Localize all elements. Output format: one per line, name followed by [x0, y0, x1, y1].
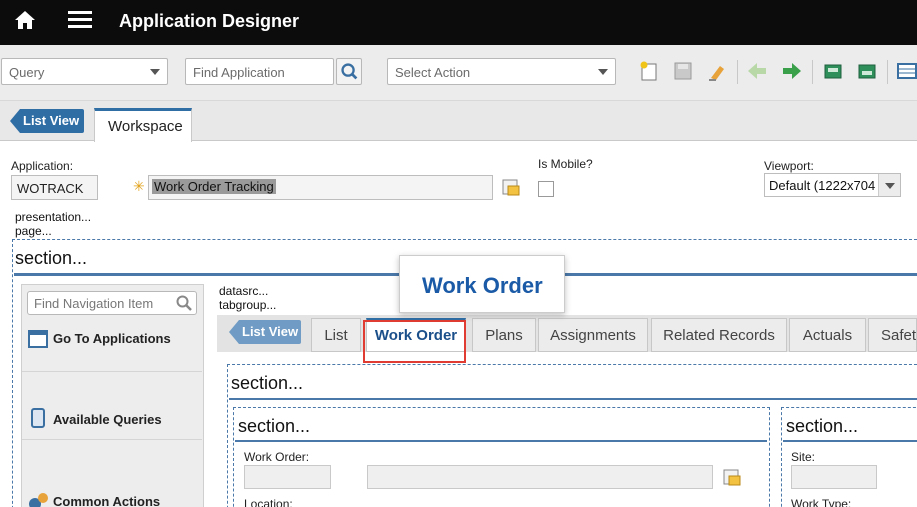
previous-icon[interactable] [746, 60, 768, 82]
application-description-field[interactable]: Work Order Tracking [148, 175, 493, 200]
selected-tab-highlight [363, 320, 466, 363]
work-order-label: Work Order: [244, 450, 310, 464]
location-label: Location: [244, 497, 293, 507]
toolbar-divider [887, 60, 888, 84]
next-icon[interactable] [781, 60, 803, 82]
tab-callout: Work Order [399, 255, 565, 313]
new-record-icon[interactable] [638, 60, 660, 82]
section-label[interactable]: section... [231, 373, 303, 394]
section-label[interactable]: section... [15, 248, 87, 269]
inner-list-view-button[interactable]: List View [229, 320, 301, 344]
application-code-field[interactable]: WOTRACK [11, 175, 98, 200]
nav-item-available-queries[interactable]: Available Queries [22, 386, 202, 440]
lookup-icon[interactable] [721, 466, 743, 488]
work-order-description-field[interactable] [367, 465, 713, 489]
tabgroup-label[interactable]: tabgroup... [219, 299, 276, 312]
nav-item-label: Go To Applications [53, 331, 171, 346]
chevron-down-icon [150, 69, 160, 75]
toolbar-divider [812, 60, 813, 84]
export-icon[interactable] [856, 60, 878, 82]
required-star-icon: ✳ [133, 178, 145, 194]
viewport-select[interactable]: Default (1222x704 [764, 173, 901, 197]
find-navigation-placeholder: Find Navigation Item [34, 296, 154, 311]
viewport-label: Viewport: [764, 159, 814, 173]
find-navigation-item-input[interactable]: Find Navigation Item [27, 291, 197, 315]
section-divider [783, 440, 917, 442]
grid-icon[interactable] [896, 60, 917, 82]
tab-workspace[interactable]: Workspace [94, 108, 192, 142]
save-icon[interactable] [672, 60, 694, 82]
applications-icon [28, 330, 48, 348]
nav-item-label: Available Queries [53, 412, 162, 427]
nav-item-go-to-applications[interactable]: Go To Applications [22, 318, 202, 372]
search-icon[interactable] [336, 58, 362, 85]
tab-related-records[interactable]: Related Records [651, 318, 787, 352]
site-field[interactable] [791, 465, 877, 489]
tab-actuals[interactable]: Actuals [789, 318, 866, 352]
chevron-down-icon[interactable] [878, 174, 900, 196]
home-icon[interactable] [14, 9, 36, 31]
nav-item-label: Common Actions [53, 494, 161, 507]
page-label[interactable]: page... [15, 225, 52, 238]
work-order-field[interactable] [244, 465, 331, 489]
nav-item-common-actions[interactable]: Common Actions [22, 468, 202, 507]
query-select-value: Query [9, 65, 45, 80]
search-icon[interactable] [175, 294, 193, 312]
section-divider [229, 398, 917, 400]
query-select[interactable]: Query [1, 58, 168, 85]
chevron-down-icon [598, 69, 608, 75]
tab-safety[interactable]: Safety [868, 318, 917, 352]
toolbar-divider [737, 60, 738, 84]
tab-callout-text: Work Order [422, 273, 543, 298]
site-label: Site: [791, 450, 816, 464]
section-label[interactable]: section... [786, 416, 858, 437]
clear-icon[interactable] [706, 60, 728, 82]
is-mobile-checkbox[interactable] [538, 181, 554, 197]
import-icon[interactable] [822, 60, 844, 82]
section-label[interactable]: section... [238, 416, 310, 437]
work-type-label: Work Type: [791, 497, 852, 507]
tab-list[interactable]: List [311, 318, 361, 352]
queries-icon [31, 408, 45, 428]
section-divider [235, 440, 767, 442]
application-label: Application: [11, 159, 74, 173]
lookup-icon[interactable] [500, 176, 522, 198]
actions-icon [29, 493, 48, 507]
tab-assignments[interactable]: Assignments [538, 318, 648, 352]
viewport-select-value: Default (1222x704 [769, 178, 876, 193]
tab-plans[interactable]: Plans [472, 318, 536, 352]
find-application-placeholder: Find Application [193, 65, 285, 80]
select-action-dropdown[interactable]: Select Action [387, 58, 616, 85]
menu-icon[interactable] [67, 9, 93, 31]
app-title: Application Designer [119, 11, 300, 31]
presentation-label[interactable]: presentation... [15, 211, 91, 224]
application-description-value: Work Order Tracking [152, 179, 276, 194]
find-application-input[interactable]: Find Application [185, 58, 334, 85]
datasrc-label[interactable]: datasrc... [219, 285, 268, 298]
select-action-placeholder: Select Action [395, 65, 471, 80]
is-mobile-label: Is Mobile? [538, 157, 593, 171]
section-container [233, 407, 770, 507]
list-view-button[interactable]: List View [10, 109, 84, 133]
